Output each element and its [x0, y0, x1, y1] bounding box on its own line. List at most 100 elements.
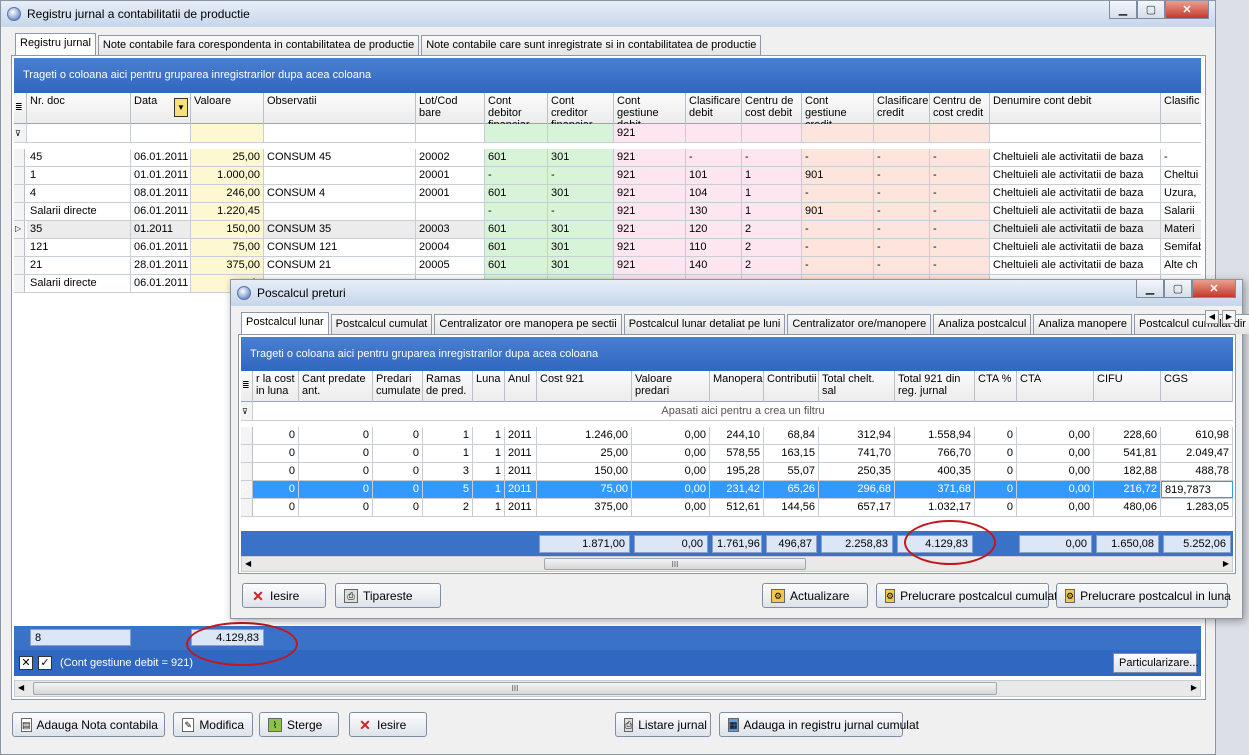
- filter-cell[interactable]: [548, 124, 614, 142]
- row-indicator[interactable]: [14, 167, 25, 184]
- row-indicator[interactable]: [241, 445, 253, 462]
- table-cell[interactable]: 5: [423, 481, 473, 498]
- table-cell[interactable]: 0: [299, 481, 373, 498]
- row-indicator[interactable]: ▷: [14, 221, 25, 238]
- col-cont-gestiune-credit[interactable]: Cont gestiune credit: [802, 93, 874, 124]
- row-indicator[interactable]: [241, 499, 253, 516]
- tab-analiza-manopere[interactable]: Analiza manopere: [1033, 314, 1132, 334]
- table-row[interactable]: 1 01.01.2011 1.000,00 20001- -921 101 1 901- - Ch…: [14, 167, 1201, 185]
- table-cell[interactable]: 75,00: [537, 481, 632, 498]
- table-row[interactable]: 121 06.01.2011 75,00 CONSUM 121 20004 601 301 9…: [14, 239, 1201, 257]
- table-cell[interactable]: Alte ch: [1161, 257, 1201, 274]
- table-cell[interactable]: 741,70: [819, 445, 895, 462]
- table-cell[interactable]: 921: [614, 167, 686, 184]
- col-cost-luna[interactable]: r la cost in luna: [253, 371, 299, 402]
- table-cell[interactable]: 921: [614, 239, 686, 256]
- table-row[interactable]: 45 06.01.2011 25,00 CONSUM 45 20002 601 301 921…: [14, 149, 1201, 167]
- table-cell[interactable]: 1.558,94: [895, 427, 975, 444]
- table-cell[interactable]: [264, 167, 416, 184]
- table-cell[interactable]: 182,88: [1094, 463, 1161, 480]
- filter-cell[interactable]: [802, 124, 874, 142]
- table-cell[interactable]: CONSUM 21: [264, 257, 416, 274]
- table-cell[interactable]: 20003: [416, 221, 485, 238]
- table-cell[interactable]: -: [742, 149, 802, 166]
- table-cell[interactable]: 1: [742, 185, 802, 202]
- table-cell[interactable]: 2011: [505, 481, 537, 498]
- table-cell[interactable]: 150,00: [537, 463, 632, 480]
- filter-cell[interactable]: [990, 124, 1161, 142]
- table-cell[interactable]: Materi: [1161, 221, 1201, 238]
- col-luna[interactable]: Luna: [473, 371, 505, 402]
- table-cell[interactable]: 488,78: [1161, 463, 1233, 480]
- table-cell[interactable]: 0,00: [632, 445, 710, 462]
- col-cta-pct[interactable]: CTA %: [975, 371, 1017, 402]
- table-row[interactable]: ▷ 0 0 0 5 1 2011 75,00 0,00 231,42 65,26 296,68 371,…: [241, 481, 1233, 499]
- table-cell[interactable]: 819,7873: [1161, 481, 1233, 498]
- row-indicator[interactable]: [14, 149, 25, 166]
- row-indicator[interactable]: [241, 463, 253, 480]
- table-cell[interactable]: 921: [614, 149, 686, 166]
- tab-scroll-left-icon[interactable]: ◀: [1205, 310, 1219, 324]
- table-cell[interactable]: 301: [548, 149, 614, 166]
- table-cell[interactable]: -: [874, 239, 930, 256]
- table-cell[interactable]: 1: [473, 481, 505, 498]
- col-clasificare-credit[interactable]: Clasificare credit: [874, 93, 930, 124]
- table-cell[interactable]: -: [874, 257, 930, 274]
- table-cell[interactable]: CONSUM 121: [264, 239, 416, 256]
- tab-scroll-right-icon[interactable]: ▶: [1222, 310, 1236, 324]
- filter-cell[interactable]: [874, 124, 930, 142]
- table-cell[interactable]: 20001: [416, 167, 485, 184]
- table-cell[interactable]: -: [874, 167, 930, 184]
- table-cell[interactable]: 1: [473, 499, 505, 516]
- table-cell[interactable]: 1.000,00: [191, 167, 264, 184]
- col-cont-gestiune-debit[interactable]: Cont gestiune debit: [614, 93, 686, 124]
- table-cell[interactable]: 21: [27, 257, 131, 274]
- table-cell[interactable]: 601: [485, 185, 548, 202]
- table-cell[interactable]: 296,68: [819, 481, 895, 498]
- process-cumulative-button[interactable]: ⚙ Prelucrare postcalcul cumulat: [876, 583, 1057, 608]
- filter-cell[interactable]: [191, 124, 264, 142]
- table-cell[interactable]: -: [874, 185, 930, 202]
- edit-button[interactable]: ✎ Modifica: [173, 712, 253, 737]
- table-cell[interactable]: 601: [485, 239, 548, 256]
- col-total-chelt[interactable]: Total chelt. sal: [819, 371, 895, 402]
- table-cell[interactable]: 101: [686, 167, 742, 184]
- col-clasificare-debit[interactable]: Clasificare debit: [686, 93, 742, 124]
- minimize-button[interactable]: ▁: [1136, 280, 1164, 298]
- scroll-thumb[interactable]: III: [33, 682, 997, 695]
- add-entry-button[interactable]: ▤ Adauga Nota contabila: [12, 712, 165, 737]
- table-cell[interactable]: Cheltui: [1161, 167, 1201, 184]
- col-cont-creditor[interactable]: Cont creditor financiar: [548, 93, 614, 124]
- table-cell[interactable]: 01.2011: [131, 221, 191, 238]
- row-indicator[interactable]: [14, 275, 25, 292]
- row-indicator[interactable]: ▷: [241, 481, 253, 498]
- filter-hint[interactable]: Apasati aici pentru a crea un filtru: [253, 405, 1233, 417]
- filter-icon[interactable]: ⊽: [14, 124, 27, 142]
- table-cell[interactable]: Cheltuieli ale activitatii de baza: [990, 203, 1161, 220]
- table-cell[interactable]: 375,00: [537, 499, 632, 516]
- table-cell[interactable]: 0: [373, 427, 423, 444]
- row-indicator[interactable]: [241, 427, 253, 444]
- tab-analiza-postcalcul[interactable]: Analiza postcalcul: [933, 314, 1032, 334]
- table-cell[interactable]: 1: [423, 427, 473, 444]
- table-cell[interactable]: 601: [485, 221, 548, 238]
- table-cell[interactable]: -: [485, 203, 548, 220]
- table-cell[interactable]: 20002: [416, 149, 485, 166]
- table-cell[interactable]: 921: [614, 257, 686, 274]
- table-row[interactable]: 21 28.01.2011 375,00 CONSUM 21 20005 601 301 92…: [14, 257, 1201, 275]
- filter-cell[interactable]: [485, 124, 548, 142]
- table-cell[interactable]: 246,00: [191, 185, 264, 202]
- table-cell[interactable]: 1: [27, 167, 131, 184]
- grid-options-icon[interactable]: ≣: [14, 93, 27, 124]
- table-cell[interactable]: 2: [742, 239, 802, 256]
- col-centru-credit[interactable]: Centru de cost credit: [930, 93, 990, 124]
- table-cell[interactable]: 0: [373, 481, 423, 498]
- col-cant-predate[interactable]: Cant predate ant.: [299, 371, 373, 402]
- col-cost-921[interactable]: Cost 921: [537, 371, 632, 402]
- close-button[interactable]: ✕: [1165, 1, 1209, 19]
- table-cell[interactable]: 375,00: [191, 257, 264, 274]
- tab-note-inregistrate[interactable]: Note contabile care sunt inregistrate si…: [421, 35, 762, 55]
- scroll-right-icon[interactable]: ▶: [1191, 683, 1197, 692]
- row-indicator[interactable]: [14, 185, 25, 202]
- table-cell[interactable]: 0,00: [1017, 427, 1094, 444]
